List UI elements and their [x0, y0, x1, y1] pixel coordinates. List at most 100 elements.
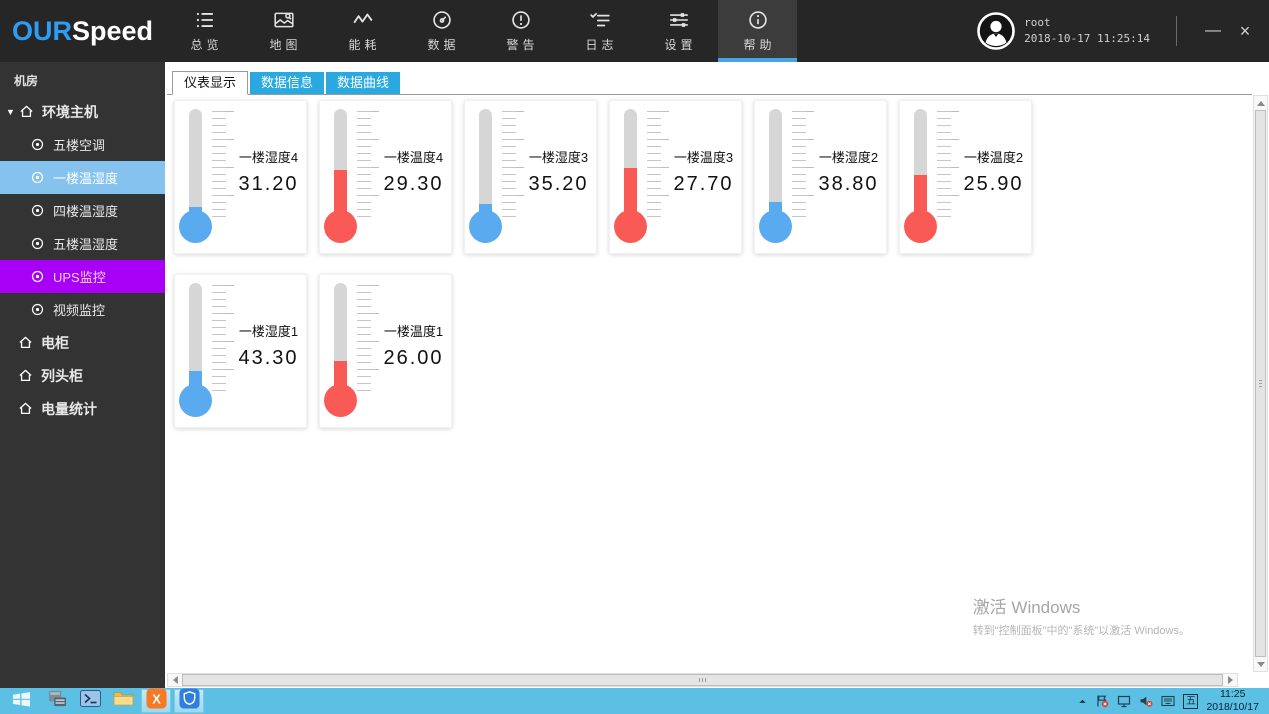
nav-item-data[interactable]: 数据 [402, 0, 481, 62]
sidebar-item-video-monitor[interactable]: 视频监控 [0, 293, 165, 326]
nav-item-label: 帮助 [743, 36, 775, 53]
windows-activation-watermark: 激活 Windows 转到"控制面板"中的"系统"以激活 Windows。 [973, 593, 1190, 638]
sidebar-item-label: 电柜 [41, 333, 69, 353]
sidebar-item-power-stats[interactable]: 电量统计 [0, 392, 165, 425]
home-icon [18, 335, 33, 350]
nav-item-alerts[interactable]: 警告 [481, 0, 560, 62]
sidebar-item-row-cabinet[interactable]: 列头柜 [0, 359, 165, 392]
volume-muted-icon[interactable] [1139, 694, 1153, 708]
tray-expand-icon[interactable] [1078, 697, 1087, 706]
thermometer-bulb-icon [904, 210, 937, 243]
nav-item-label: 数据 [427, 36, 459, 53]
gauge-text: 一楼湿度3 35.20 [523, 125, 594, 217]
gauge-text: 一楼温度3 27.70 [668, 125, 739, 217]
user-avatar-icon[interactable] [977, 12, 1015, 50]
login-datetime: 2018-10-17 11:25:14 [1024, 31, 1150, 48]
sidebar-item-label: 环境主机 [42, 102, 98, 122]
info-icon [747, 9, 769, 31]
nav-item-label: 警告 [506, 36, 538, 53]
list-icon [194, 9, 216, 31]
thermometer-tube [914, 109, 927, 215]
scroll-down-button[interactable] [1254, 657, 1267, 671]
sidebar-item-ups-monitor[interactable]: UPS监控 [0, 260, 165, 293]
nav-item-label: 能耗 [348, 36, 380, 53]
main-content: 仪表显示数据信息数据曲线 一楼湿度4 31.20 一楼温度4 29.30 一楼湿… [165, 62, 1269, 688]
triangle-right-icon [1228, 676, 1233, 684]
nav-item-settings[interactable]: 设置 [639, 0, 718, 62]
close-button[interactable]: × [1229, 21, 1261, 42]
gauge-text: 一楼湿度1 43.30 [233, 299, 304, 391]
xampp-icon: X [146, 688, 167, 714]
horizontal-scrollbar[interactable] [167, 673, 1238, 687]
thermometer-bulb-icon [179, 210, 212, 243]
sidebar-item-label: 列头柜 [41, 366, 83, 386]
gauge-value: 26.00 [383, 347, 443, 370]
gauge-label: 一楼温度2 [964, 147, 1023, 166]
scroll-left-button[interactable] [168, 674, 182, 686]
app-logo: OURSpeed [0, 0, 165, 62]
home-icon [18, 401, 33, 416]
gauge-label: 一楼温度1 [384, 321, 443, 340]
sidebar-item-floor5-temp-humidity[interactable]: 五楼温湿度 [0, 227, 165, 260]
gauge-text: 一楼温度4 29.30 [378, 125, 449, 217]
wubi-input-indicator[interactable]: 五 [1183, 694, 1198, 709]
main-nav: 总览 地图 能耗 数据 警告 日志 设置 帮助 [165, 0, 797, 62]
sidebar-item-floor5-ac[interactable]: 五楼空调 [0, 128, 165, 161]
nav-item-logs[interactable]: 日志 [560, 0, 639, 62]
nav-item-label: 日志 [585, 36, 617, 53]
vertical-scrollbar[interactable] [1253, 95, 1268, 672]
ime-keyboard-icon[interactable] [1161, 694, 1175, 708]
gauge-card: 一楼温度3 27.70 [609, 100, 742, 254]
nav-item-label: 地图 [269, 36, 301, 53]
sidebar-items: ▼ 环境主机 五楼空调 一楼温湿度 四楼温湿度 五楼温湿度 UPS监控 视频监控… [0, 95, 165, 425]
gauge-text: 一楼温度1 26.00 [378, 299, 449, 391]
gauge-value: 35.20 [528, 173, 588, 196]
sidebar-item-power-cabinet[interactable]: 电柜 [0, 326, 165, 359]
thermometer-bulb-icon [614, 210, 647, 243]
security-shield-icon [179, 688, 200, 714]
target-icon [30, 302, 45, 317]
nav-item-help[interactable]: 帮助 [718, 0, 797, 62]
target-icon [30, 170, 45, 185]
app-window: OURSpeed 总览 地图 能耗 数据 警告 日志 设置 帮助 root 20… [0, 0, 1269, 714]
target-icon [30, 203, 45, 218]
gauge-label: 一楼温度3 [674, 147, 733, 166]
pulse-icon [352, 9, 374, 31]
sidebar-item-floor4-temp-humidity[interactable]: 四楼温湿度 [0, 194, 165, 227]
thermometer-tube [334, 283, 347, 389]
tab-data-info[interactable]: 数据信息 [250, 72, 324, 94]
nav-item-label: 设置 [664, 36, 696, 53]
taskbar-app-server-manager[interactable] [42, 689, 72, 713]
nav-item-energy[interactable]: 能耗 [323, 0, 402, 62]
nav-item-overview[interactable]: 总览 [165, 0, 244, 62]
gauge-text: 一楼温度2 25.90 [958, 125, 1029, 217]
sidebar-item-label: UPS监控 [53, 267, 106, 286]
action-center-flag-icon[interactable] [1095, 694, 1109, 708]
sidebar-item-env-host[interactable]: ▼ 环境主机 [0, 95, 165, 128]
tab-data-curve[interactable]: 数据曲线 [326, 72, 400, 94]
sidebar-item-label: 视频监控 [53, 300, 105, 319]
scroll-up-button[interactable] [1254, 96, 1267, 110]
thermometer-bulb-icon [324, 384, 357, 417]
vertical-scroll-thumb[interactable] [1255, 110, 1266, 657]
taskbar-app-powershell[interactable] [75, 689, 105, 713]
taskbar-app-explorer[interactable] [108, 689, 138, 713]
thermometer-bulb-icon [469, 210, 502, 243]
gauge-label: 一楼温度4 [384, 147, 443, 166]
taskbar-clock[interactable]: 11:25 2018/10/17 [1202, 688, 1269, 714]
scroll-right-button[interactable] [1223, 674, 1237, 686]
gauge-icon [431, 9, 453, 31]
thermometer-bulb-icon [759, 210, 792, 243]
nav-item-map[interactable]: 地图 [244, 0, 323, 62]
sidebar-item-floor1-temp-humidity[interactable]: 一楼温湿度 [0, 161, 165, 194]
taskbar-app-xampp[interactable]: X [141, 689, 171, 713]
network-display-icon[interactable] [1117, 694, 1131, 708]
tab-gauge-display[interactable]: 仪表显示 [172, 71, 248, 95]
minimize-button[interactable]: — [1197, 22, 1229, 40]
horizontal-scroll-thumb[interactable] [182, 674, 1223, 686]
taskbar-app-security-shield[interactable] [174, 689, 204, 713]
gauge-card: 一楼温度1 26.00 [319, 274, 452, 428]
alert-icon [510, 9, 532, 31]
header-divider [1176, 16, 1177, 46]
start-button[interactable] [0, 688, 42, 714]
